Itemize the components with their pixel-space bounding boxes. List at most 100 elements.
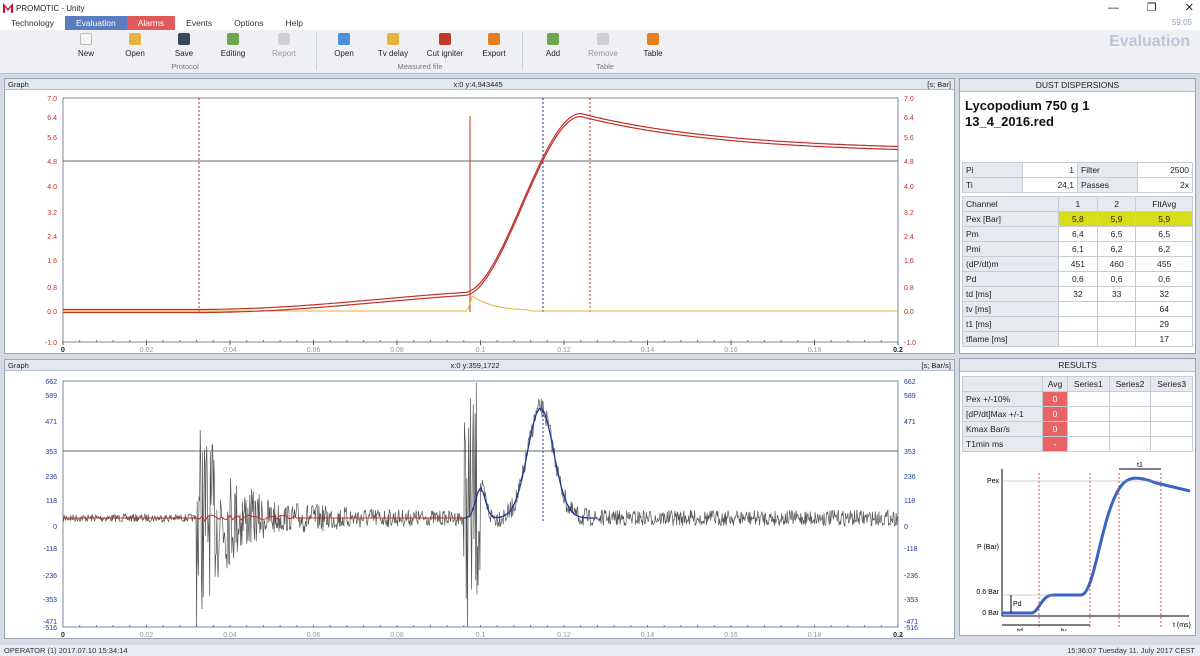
report-button[interactable]: Report [264,33,304,58]
edit-icon [227,33,239,45]
ribbon-toolbar: New Open Save Editing Report Protocol Op… [0,30,1200,74]
y-tick-label: 3.2 [47,210,57,217]
x-tick-label: 0 [61,347,65,353]
open-measured-button[interactable]: Open [324,33,364,58]
y-tick-label: 118 [46,498,57,505]
channel-value [1096,331,1137,347]
menu-help[interactable]: Help [274,16,313,30]
new-file-icon [80,33,92,45]
results-label: Pex +/-10% [962,391,1043,407]
remove-button[interactable]: Remove [583,33,623,58]
channel-value [1058,331,1098,347]
close-icon[interactable]: ✕ [1185,0,1194,16]
cut-igniter-icon [439,33,451,45]
status-bar: OPERATOR (1) 2017.07.10 15:34:14 15:36:0… [0,645,1200,656]
measured-file-group-label: Measured file [397,62,443,71]
y-tick-label-right: -236 [904,573,918,580]
results-series-cell [1067,391,1110,407]
results-table: Avg Series1 Series2 Series3 Pex +/-10% 0[… [962,376,1193,452]
editing-button[interactable]: Editing [213,33,253,58]
menu-options[interactable]: Options [223,16,274,30]
channel-value: 32 [1058,286,1098,302]
new-button[interactable]: New [66,33,106,58]
y-tick-label: 353 [45,449,57,456]
x-tick-label: 0.08 [390,347,404,353]
minus-icon [597,33,609,45]
save-button[interactable]: Save [164,33,204,58]
add-button[interactable]: Add [533,33,573,58]
x-tick-label: 0.14 [641,347,655,353]
page-title: Evaluation [1109,33,1190,50]
tv-delay-icon [387,33,399,45]
channel-row: Pmi 6,1 6,2 6,2 [962,241,1193,257]
results-header-row: Avg Series1 Series2 Series3 [962,376,1193,392]
channel-value: 17 [1135,331,1193,347]
channel-row: Pm 6,4 6,5 6,5 [962,226,1193,242]
x-tick-label: 0.04 [223,632,237,638]
x-tick-label: 0.16 [724,632,738,638]
cut-igniter-button[interactable]: Cut igniter [423,33,467,58]
y-tick-label-right: 662 [904,379,916,386]
y-tick-label-right: -353 [904,597,918,604]
table-icon [647,33,659,45]
y-tick-label: 236 [45,474,57,481]
label-td: td [1017,628,1023,631]
open-protocol-button[interactable]: Open [115,33,155,58]
status-operator: OPERATOR (1) 2017.07.10 15:34:14 [4,646,128,655]
channel-row: t1 [ms] 29 [962,316,1193,332]
channel-value: 6,4 [1058,226,1098,242]
pressure-graph-plot[interactable]: 7.0 7.0 6.4 6.4 5.6 5.6 4.8 4.8 4.0 4.0 3.2 3.2 2.4 2… [5,90,954,354]
export-button[interactable]: Export [474,33,514,58]
y-tick-label-right: 0 [904,524,908,531]
table-button[interactable]: Table [633,33,673,58]
restore-icon[interactable]: ❐ [1147,0,1157,16]
pressure-diagram: Pex P (Bar) 0.6 Bar 0 Bar t1 Pd td tv t (ms) [976,462,1191,631]
x-tick-label: 0.12 [557,347,571,353]
derivative-graph-plot[interactable]: 662 662 589 589 471 471 353 353 236 236 118 118 0 0 -1… [5,371,954,639]
channel-label: td [ms] [962,286,1059,302]
y-tick-label-right: 0.8 [904,285,914,292]
results-series-cell [1067,436,1110,452]
menu-events[interactable]: Events [175,16,223,30]
y-tick-label-right: 236 [904,474,916,481]
label-t-ms: t (ms) [1173,622,1191,629]
channel-value [1058,316,1098,332]
results-avg: 0 [1042,391,1068,407]
y-tick-label: 589 [45,393,57,400]
app-title: PROMOTIC - Unity [16,3,85,13]
menu-alarms[interactable]: Alarms [126,16,176,30]
minimize-icon[interactable]: — [1108,0,1119,16]
channel-row: tv [ms] 64 [962,301,1193,317]
save-icon [178,33,190,45]
graph-cursor-readout: x:0 y:359,1722 [450,360,500,370]
channel-value: 29 [1135,316,1193,332]
y-tick-label-right: -1.0 [904,340,916,347]
y-tick-label: 0.0 [47,309,57,316]
channel-value [1096,316,1137,332]
plot-area [62,97,899,343]
derivative-graph-panel: Graph x:0 y:359,1722 [s; Bar/s] 662 662 58… [4,359,955,639]
channel-value: 5,8 [1058,211,1098,227]
x-tick-label: 0 [61,632,65,638]
file-title: Lycopodium 750 g 1 13_4_2016.red [965,98,1090,129]
results-series-cell [1150,406,1193,422]
x-tick-label: 0.1 [476,632,486,638]
y-tick-label-right: 4.8 [904,159,914,166]
channel-label: t1 [ms] [962,316,1059,332]
tv-delay-button[interactable]: Tv delay [373,33,413,58]
clock: 59:05 [1171,18,1192,27]
results-avg: - [1042,436,1068,452]
param-row: Pi 1 Filter 2500 [962,162,1193,178]
y-tick-label: 5.6 [47,135,57,142]
param-row: Ti 24,1 Passes 2x [962,177,1193,193]
menu-technology[interactable]: Technology [0,16,65,30]
channel-value: 6,5 [1096,226,1137,242]
channel-value [1058,301,1098,317]
y-tick-label-right: 589 [904,393,916,400]
y-tick-label: 471 [45,419,57,426]
channel-row: Pd 0,6 0,6 0,6 [962,271,1193,287]
export-icon [488,33,500,45]
channel-row: tflame [ms] 17 [962,331,1193,347]
menu-evaluation[interactable]: Evaluation [65,16,127,30]
channel-value: 455 [1135,256,1193,272]
